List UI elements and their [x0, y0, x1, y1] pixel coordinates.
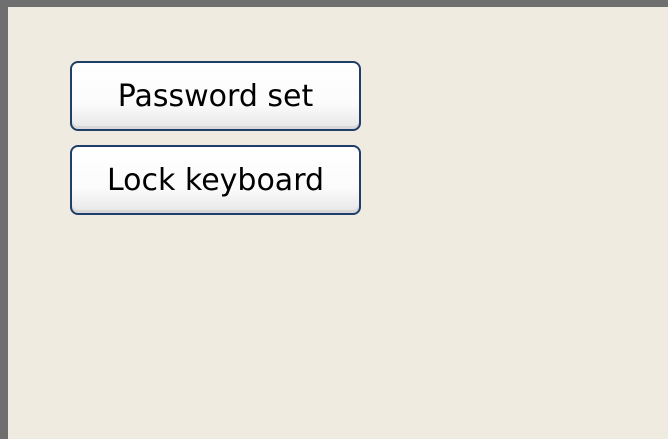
settings-panel: Password set Lock keyboard — [0, 0, 668, 439]
lock-keyboard-label: Lock keyboard — [106, 162, 325, 198]
password-set-label: Password set — [117, 78, 314, 114]
password-set-button[interactable]: Password set — [70, 61, 361, 131]
lock-keyboard-button[interactable]: Lock keyboard — [70, 145, 361, 215]
